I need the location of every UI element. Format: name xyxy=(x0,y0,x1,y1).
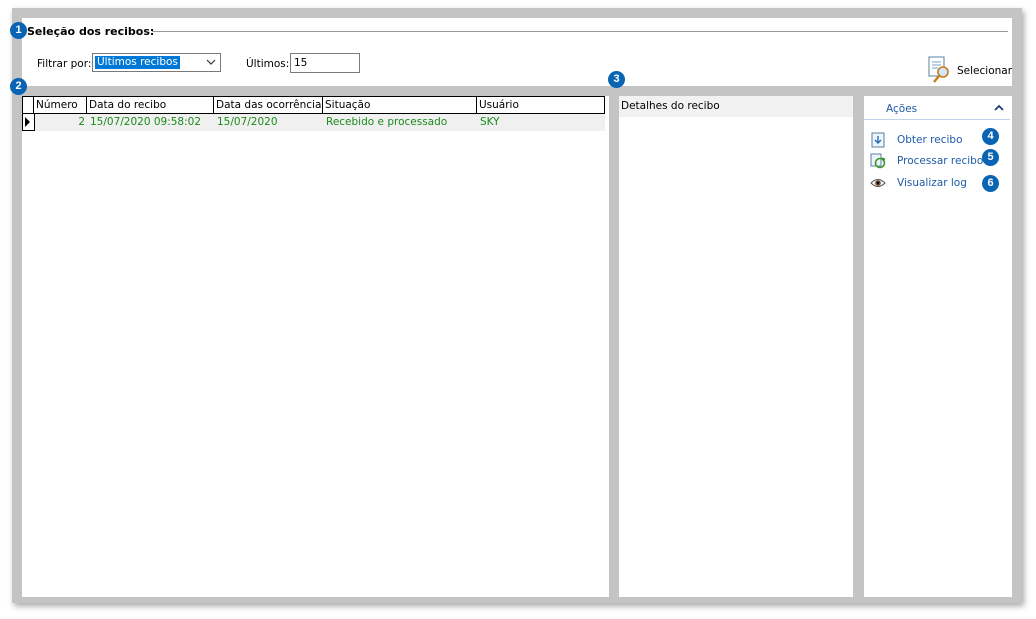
action-obter-recibo-label: Obter recibo xyxy=(897,134,963,146)
actions-panel: Ações Obter recibo Processar recibo Visu… xyxy=(864,96,1012,597)
action-processar-recibo-label: Processar recibo xyxy=(897,155,984,167)
table-row[interactable]: 2 15/07/2020 09:58:02 15/07/2020 Recebid… xyxy=(22,114,605,131)
selection-group-title: Seleção dos recibos: xyxy=(27,25,155,38)
callout-badge-3: 3 xyxy=(608,71,625,88)
action-visualizar-log-label: Visualizar log xyxy=(897,177,967,189)
grid-header: Número Data do recibo Data das ocorrênci… xyxy=(22,96,605,114)
callout-badge-6: 6 xyxy=(982,175,999,192)
filter-combobox[interactable]: Últimos recibos xyxy=(92,53,221,72)
actions-title: Ações xyxy=(886,103,918,115)
receipts-grid: Número Data do recibo Data das ocorrênci… xyxy=(22,96,609,597)
filter-label: Filtrar por: xyxy=(37,58,92,70)
chevron-up-icon[interactable] xyxy=(994,103,1004,113)
cell-data-recibo: 15/07/2020 09:58:02 xyxy=(90,116,202,128)
cell-usuario: SKY xyxy=(480,116,500,128)
row-header-corner xyxy=(23,97,34,113)
chevron-down-icon xyxy=(206,59,216,65)
cell-situacao: Recebido e processado xyxy=(326,116,448,128)
group-divider xyxy=(152,31,1008,32)
select-button[interactable]: Selecionar xyxy=(927,56,1013,86)
cell-data-ocorrencias: 15/07/2020 xyxy=(217,116,278,128)
callout-badge-5: 5 xyxy=(982,149,999,166)
filter-combobox-value: Últimos recibos xyxy=(95,56,180,69)
column-header-data-ocorrencias[interactable]: Data das ocorrências xyxy=(214,97,323,113)
eye-icon xyxy=(870,179,886,187)
column-header-situacao[interactable]: Situação xyxy=(323,97,477,113)
column-header-data-recibo[interactable]: Data do recibo xyxy=(87,97,214,113)
callout-badge-1: 1 xyxy=(10,22,27,39)
callout-badge-2: 2 xyxy=(10,78,27,95)
receipt-details-panel: Detalhes do recibo xyxy=(619,96,853,597)
row-selector-arrow-icon xyxy=(22,114,35,131)
download-document-icon xyxy=(871,132,885,148)
cell-numero: 2 xyxy=(78,116,85,128)
select-button-label: Selecionar xyxy=(957,65,1013,77)
app-window: Seleção dos recibos: Filtrar por: Último… xyxy=(12,8,1022,603)
details-title: Detalhes do recibo xyxy=(619,96,853,117)
last-label: Últimos: xyxy=(246,58,290,70)
callout-badge-4: 4 xyxy=(982,128,999,145)
last-count-input[interactable]: 15 xyxy=(290,53,360,73)
actions-header[interactable]: Ações xyxy=(864,97,1010,120)
search-document-icon xyxy=(928,56,949,83)
selection-group: Seleção dos recibos: Filtrar por: Último… xyxy=(22,18,1012,86)
column-header-usuario[interactable]: Usuário xyxy=(477,97,604,113)
column-header-numero[interactable]: Número xyxy=(34,97,87,113)
process-refresh-icon xyxy=(870,153,886,169)
